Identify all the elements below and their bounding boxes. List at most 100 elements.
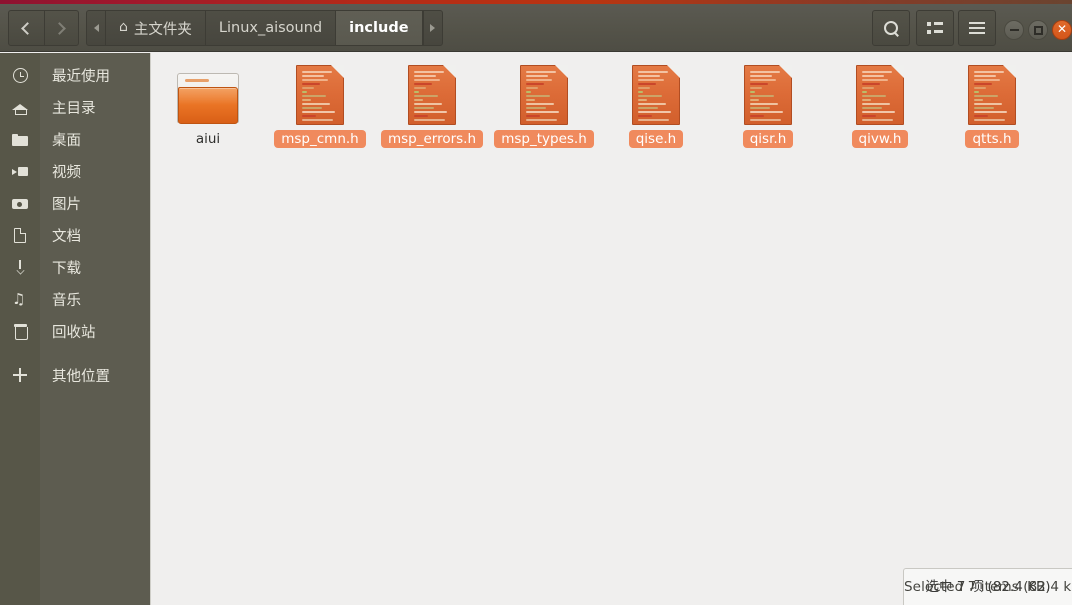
plus-icon [0,359,40,391]
music-icon: ♫ [12,290,26,308]
folder-icon [177,73,239,125]
triangle-right-icon [430,24,436,32]
sidebar-item-music[interactable]: ♫ 音乐 [0,283,151,315]
item-thumbnail [856,59,904,125]
sidebar-separator [0,347,151,359]
sidebar-item-label: 桌面 [52,132,81,149]
navigation-button-group [8,10,79,46]
breadcrumb-item-label: include [349,20,409,36]
file-item-qise-h[interactable]: qise.h [600,59,712,153]
header-file-icon [296,65,344,125]
header-file-icon [408,65,456,125]
view-toggle-button[interactable] [916,10,954,46]
item-thumbnail [744,59,792,125]
status-bar-popup: 选中 7 项 (82.4 KB) Selected 7 items (82.4 … [903,568,1072,605]
file-item-msp-types-h[interactable]: msp_types.h [488,59,600,153]
hamburger-menu-icon [969,22,985,34]
sidebar: 最近使用 主目录 桌面 视频 图片 文档 下载 ♫ 音乐 回收站 其他位置 [0,53,151,605]
sidebar-item-pictures[interactable]: 图片 [0,187,151,219]
breadcrumb-item-linux-aisound[interactable]: Linux_aisound [206,11,337,45]
download-icon [0,251,40,283]
sidebar-item-label: 音乐 [52,292,81,309]
breadcrumb-scroll-right-button[interactable] [422,11,442,45]
sidebar-item-label: 回收站 [52,324,96,341]
file-manager-window: ⌂ 主文件夹 Linux_aisound include ✕ 最近使用 主目录 … [0,0,1072,605]
sidebar-item-videos[interactable]: 视频 [0,155,151,187]
file-item-msp-errors-h[interactable]: msp_errors.h [376,59,488,153]
file-item-qtts-h[interactable]: qtts.h [936,59,1048,153]
list-view-icon [927,22,943,34]
icon-grid: aiui msp_cmn.h msp_errors.h msp_types.h … [152,59,1072,153]
file-item-label: msp_errors.h [380,130,484,148]
sidebar-item-downloads[interactable]: 下载 [0,251,151,283]
item-thumbnail [520,59,568,125]
trash-icon [0,315,40,347]
minimize-button[interactable] [1004,20,1024,40]
status-text-stack: 选中 7 项 (82.4 KB) Selected 7 items (82.4 … [904,578,1072,596]
chevron-right-icon [53,21,67,35]
header-file-icon [968,65,1016,125]
item-thumbnail [296,59,344,125]
sidebar-item-label: 下载 [52,260,81,277]
video-icon [0,155,40,187]
minimize-icon [1009,29,1019,31]
triangle-left-icon [93,24,99,32]
sidebar-item-documents[interactable]: 文档 [0,219,151,251]
file-item-qivw-h[interactable]: qivw.h [824,59,936,153]
breadcrumb-item-label: 主文件夹 [133,21,192,38]
breadcrumb: ⌂ 主文件夹 Linux_aisound include [86,10,443,46]
folder-icon [0,123,40,155]
file-item-qisr-h[interactable]: qisr.h [712,59,824,153]
file-item-label: aiui [195,131,221,147]
breadcrumb-item-include[interactable]: include [336,11,423,45]
file-item-label: qise.h [628,130,684,148]
main-menu-button[interactable] [958,10,996,46]
file-item-label: qivw.h [851,130,909,148]
forward-button[interactable] [43,11,79,45]
home-icon [0,91,40,123]
sidebar-item-home[interactable]: 主目录 [0,91,151,123]
document-icon [0,219,40,251]
sidebar-item-recent[interactable]: 最近使用 [0,59,151,91]
file-item-msp-cmn-h[interactable]: msp_cmn.h [264,59,376,153]
window-controls: ✕ [1004,20,1072,40]
breadcrumb-scroll-left-button[interactable] [87,11,106,45]
close-button[interactable]: ✕ [1052,20,1072,40]
sidebar-item-desktop[interactable]: 桌面 [0,123,151,155]
item-thumbnail [632,59,680,125]
maximize-button[interactable] [1028,20,1048,40]
search-button[interactable] [872,10,910,46]
item-thumbnail [408,59,456,125]
header-file-icon [520,65,568,125]
header-file-icon [632,65,680,125]
file-item-label: qtts.h [965,130,1019,148]
back-button[interactable] [9,11,44,45]
item-thumbnail [968,59,1016,125]
file-item-label: qisr.h [742,130,794,148]
breadcrumb-item-home[interactable]: ⌂ 主文件夹 [106,11,206,45]
header-file-icon [744,65,792,125]
search-icon [883,20,899,36]
file-item-label: msp_cmn.h [274,130,366,148]
file-item-label: msp_types.h [494,130,594,148]
sidebar-item-trash[interactable]: 回收站 [0,315,151,347]
home-icon: ⌂ [119,19,128,35]
header-bar: ⌂ 主文件夹 Linux_aisound include ✕ [0,4,1072,52]
sidebar-item-other-locations[interactable]: 其他位置 [0,359,151,391]
status-selection-text-overlay: Selected 7 items (82.4 kB) [904,579,1072,595]
breadcrumb-item-label: Linux_aisound [218,20,323,36]
close-icon: ✕ [1056,22,1068,36]
header-file-icon [856,65,904,125]
sidebar-item-label: 其他位置 [52,368,110,385]
clock-icon [0,59,40,91]
file-item-folder[interactable]: aiui [152,59,264,153]
sidebar-item-label: 文档 [52,228,81,245]
file-list-area[interactable]: aiui msp_cmn.h msp_errors.h msp_types.h … [152,53,1072,605]
sidebar-item-label: 主目录 [52,100,96,117]
sidebar-item-label: 视频 [52,164,81,181]
chevron-left-icon [21,21,35,35]
sidebar-list: 最近使用 主目录 桌面 视频 图片 文档 下载 ♫ 音乐 回收站 其他位置 [0,59,151,391]
maximize-icon [1033,25,1043,35]
camera-icon [0,187,40,219]
sidebar-item-label: 最近使用 [52,68,110,85]
